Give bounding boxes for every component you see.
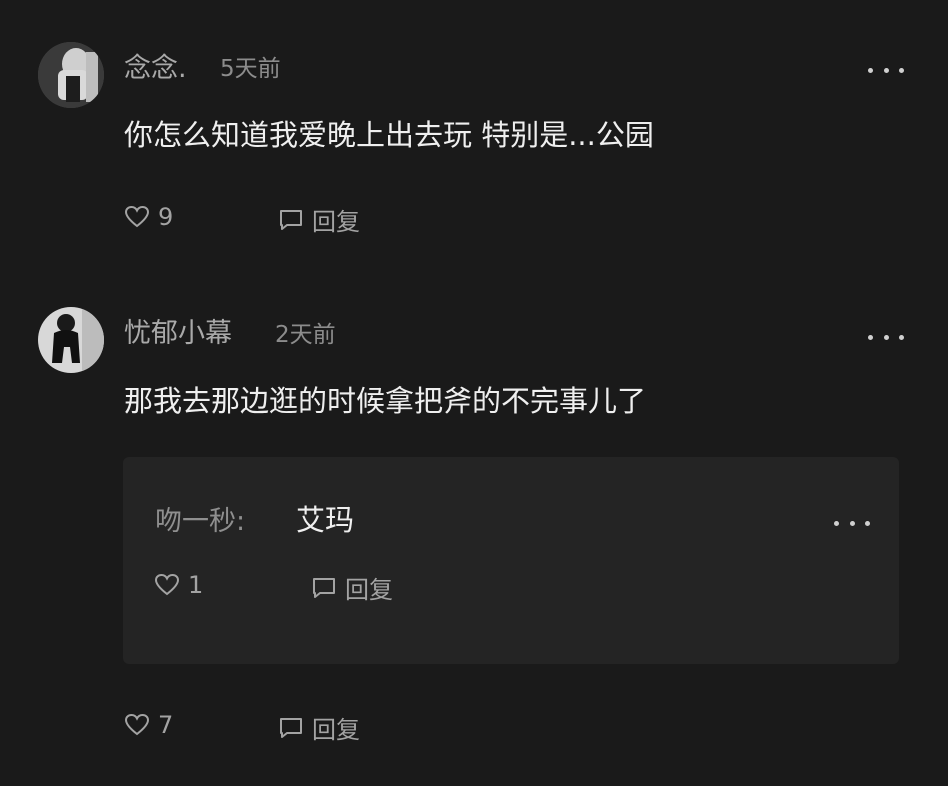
- reply-label: 回复: [312, 716, 360, 744]
- reply-button[interactable]: 回复: [278, 710, 360, 745]
- reply-label: 回复: [312, 208, 360, 236]
- speech-bubble-icon: [280, 717, 302, 738]
- more-icon[interactable]: [868, 327, 904, 347]
- speech-bubble-icon: [313, 577, 335, 598]
- like-button[interactable]: 9: [124, 203, 173, 231]
- username[interactable]: 念念.: [124, 46, 187, 85]
- reply-text: 艾玛: [296, 503, 355, 537]
- username[interactable]: 忧郁小幕: [124, 311, 232, 350]
- avatar[interactable]: [38, 307, 104, 373]
- like-count: 9: [158, 203, 174, 231]
- heart-outline-icon: [124, 205, 150, 228]
- comment-text: 那我去那边逛的时候拿把斧的不完事儿了: [124, 384, 647, 418]
- reply-label: 回复: [345, 576, 393, 604]
- like-count: 7: [158, 711, 174, 739]
- like-count: 1: [188, 571, 204, 599]
- timestamp: 5天前: [220, 56, 281, 82]
- more-icon[interactable]: [834, 513, 870, 533]
- reply-button[interactable]: 回复: [311, 570, 393, 605]
- heart-outline-icon: [124, 713, 150, 736]
- speech-bubble-icon: [280, 209, 302, 230]
- like-button[interactable]: 7: [124, 711, 173, 739]
- timestamp: 2天前: [275, 322, 336, 348]
- avatar[interactable]: [38, 42, 104, 108]
- more-icon[interactable]: [868, 60, 904, 80]
- nested-reply: 吻一秒: 艾玛 1 回复: [123, 457, 899, 664]
- heart-outline-icon: [154, 573, 180, 596]
- reply-author[interactable]: 吻一秒:: [155, 499, 245, 538]
- like-button[interactable]: 1: [154, 571, 203, 599]
- reply-button[interactable]: 回复: [278, 202, 360, 237]
- comment-text: 你怎么知道我爱晚上出去玩 特别是...公园: [124, 118, 654, 152]
